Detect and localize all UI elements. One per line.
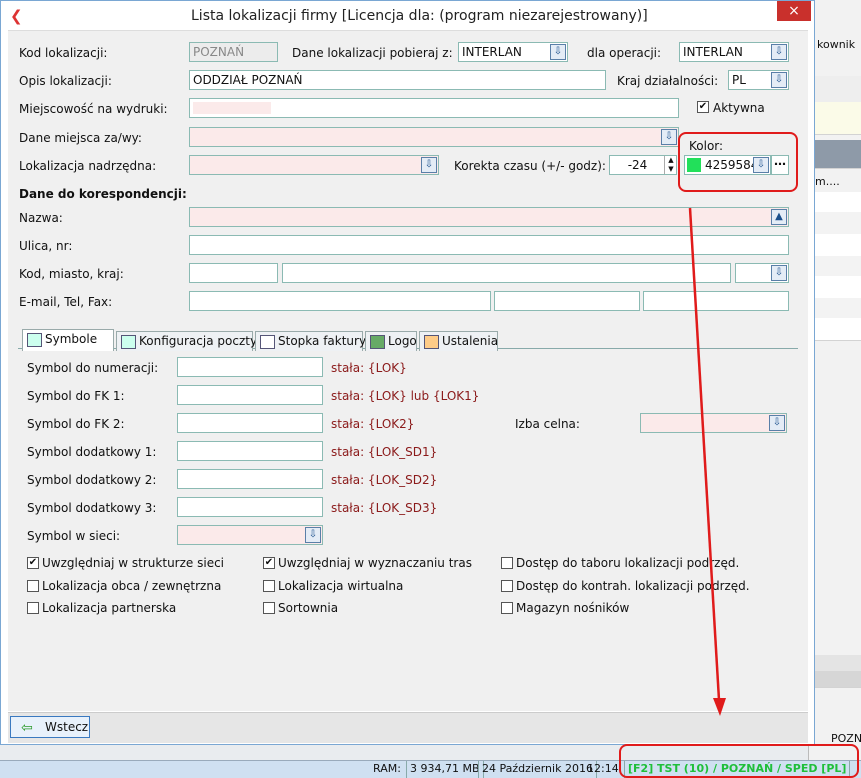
status-time: 12:14 — [587, 762, 619, 775]
ram-value: 3 934,71 MB — [406, 761, 484, 778]
annotation-arrow — [688, 207, 726, 716]
ram-label: RAM: — [373, 762, 401, 775]
status-highlight-box — [619, 744, 859, 778]
status-date: 24 Październik 2016 — [478, 761, 597, 778]
